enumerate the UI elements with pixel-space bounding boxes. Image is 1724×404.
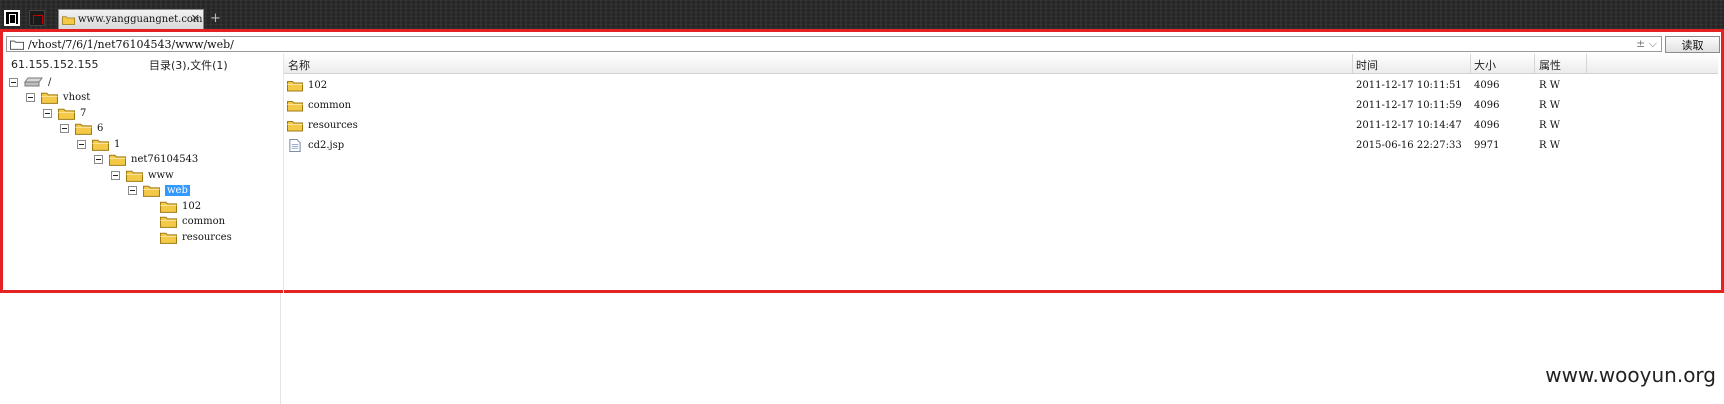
folder-icon — [58, 108, 75, 120]
tree-node-resources[interactable]: resources — [145, 229, 232, 245]
tree-node-7[interactable]: 7 — [43, 105, 86, 121]
table-row[interactable]: cd2.jsp 2015-06-16 22:27:33 9971 R W — [284, 136, 1718, 156]
folder-icon — [62, 15, 75, 25]
tree-node-label: 1 — [114, 138, 121, 150]
tree-node-[interactable]: / — [9, 74, 51, 90]
window-control-icon[interactable] — [4, 10, 20, 26]
folder-icon — [287, 81, 303, 92]
column-size[interactable]: 大小 — [1474, 57, 1496, 72]
column-attr[interactable]: 属性 — [1539, 57, 1561, 72]
table-row[interactable]: resources 2011-12-17 10:14:47 4096 R W — [284, 116, 1718, 136]
file-name: 102 — [308, 80, 328, 91]
folder-icon — [126, 170, 143, 182]
file-manager-panel: /vhost/7/6/1/net76104543/www/web/ ± ⌵ 读取… — [0, 29, 1724, 293]
tree-node-label: resources — [182, 231, 232, 243]
folder-icon — [92, 139, 109, 151]
tree-node-label: web — [165, 185, 190, 196]
tree-node-label: / — [48, 76, 52, 88]
collapse-icon[interactable] — [9, 77, 18, 87]
read-button[interactable]: 读取 — [1665, 36, 1720, 53]
file-attr: R W — [1539, 80, 1560, 91]
tree-node-common[interactable]: common — [145, 214, 225, 230]
file-size: 9971 — [1474, 140, 1500, 151]
column-separator[interactable] — [1534, 54, 1535, 73]
tree-node-label: 6 — [97, 123, 104, 134]
file-icon — [289, 139, 301, 152]
tree-node-label: www — [148, 169, 174, 181]
address-dropdown-icon[interactable]: ± ⌵ — [1636, 37, 1657, 51]
tree-node-label: 102 — [182, 200, 202, 212]
folder-icon — [109, 154, 126, 166]
tab-title: www.yangguangnet.com — [78, 14, 203, 25]
collapse-icon[interactable] — [77, 139, 86, 149]
collapse-icon[interactable] — [26, 93, 35, 102]
column-name[interactable]: 名称 — [288, 57, 310, 72]
collapse-icon[interactable] — [111, 170, 120, 180]
file-time: 2011-12-17 10:14:47 — [1356, 120, 1462, 131]
folder-icon — [160, 201, 177, 213]
drive-icon — [24, 77, 43, 87]
new-tab-button[interactable]: + — [210, 11, 221, 26]
folder-icon — [160, 232, 177, 244]
folder-icon — [287, 121, 303, 132]
tree-node-label: net76104543 — [131, 154, 199, 165]
file-time: 2011-12-17 10:11:59 — [1356, 100, 1462, 111]
collapse-icon[interactable] — [43, 108, 52, 118]
column-separator[interactable] — [1586, 54, 1587, 73]
file-size: 4096 — [1474, 80, 1500, 91]
file-size: 4096 — [1474, 100, 1500, 111]
tree-node-1[interactable]: 1 — [77, 136, 120, 152]
tree-node-label: common — [182, 216, 226, 227]
tree-node-net76104543[interactable]: net76104543 — [94, 152, 198, 168]
close-icon[interactable]: ✕ — [191, 12, 200, 25]
dir-summary: 目录(3),文件(1) — [149, 58, 228, 72]
folder-icon — [160, 216, 177, 228]
tab-site[interactable]: www.yangguangnet.com ✕ — [58, 9, 204, 29]
file-name: cd2.jsp — [308, 140, 345, 151]
file-name: common — [308, 100, 352, 111]
collapse-icon[interactable] — [60, 124, 69, 133]
folder-icon — [287, 101, 303, 112]
tree-node-6[interactable]: 6 — [60, 121, 103, 137]
tree-node-label: vhost — [63, 92, 91, 103]
folder-icon — [75, 123, 92, 135]
tab-strip: www.yangguangnet.com ✕ + — [0, 0, 1724, 29]
server-ip: 61.155.152.155 — [11, 58, 99, 71]
table-row[interactable]: 102 2011-12-17 10:11:51 4096 R W — [284, 76, 1718, 96]
tree-node-label: 7 — [80, 107, 87, 119]
collapse-icon[interactable] — [128, 186, 137, 195]
table-row[interactable]: common 2011-12-17 10:11:59 4096 R W — [284, 96, 1718, 116]
left-pane-header: 61.155.152.155 目录(3),文件(1) — [6, 56, 283, 73]
tree-node-vhost[interactable]: vhost — [26, 90, 90, 106]
address-path: /vhost/7/6/1/net76104543/www/web/ — [28, 37, 234, 51]
file-time: 2011-12-17 10:11:51 — [1356, 80, 1462, 91]
tree-node-www[interactable]: www — [111, 167, 174, 183]
tree-node-102[interactable]: 102 — [145, 198, 201, 214]
file-attr: R W — [1539, 100, 1560, 111]
folder-icon — [143, 185, 160, 197]
file-list-header: 名称 时间 大小 属性 — [284, 54, 1718, 74]
file-size: 4096 — [1474, 120, 1500, 131]
file-time: 2015-06-16 22:27:33 — [1356, 140, 1462, 151]
column-time[interactable]: 时间 — [1356, 57, 1378, 72]
pane-divider-lower — [280, 293, 281, 404]
directory-tree: / vhost 7 6 1 net76104543 www web 102 common resou… — [3, 74, 283, 290]
window-control-icon-secondary[interactable] — [29, 10, 45, 26]
folder-icon — [41, 92, 58, 104]
folder-icon — [10, 40, 24, 50]
address-bar[interactable]: /vhost/7/6/1/net76104543/www/web/ ± ⌵ — [6, 36, 1662, 52]
watermark: www.wooyun.org — [1545, 363, 1716, 387]
file-attr: R W — [1539, 140, 1560, 151]
collapse-icon[interactable] — [94, 155, 103, 164]
file-attr: R W — [1539, 120, 1560, 131]
column-separator[interactable] — [1470, 54, 1471, 73]
tree-node-web[interactable]: web — [128, 183, 190, 199]
file-name: resources — [308, 120, 358, 131]
column-separator[interactable] — [1352, 54, 1353, 73]
